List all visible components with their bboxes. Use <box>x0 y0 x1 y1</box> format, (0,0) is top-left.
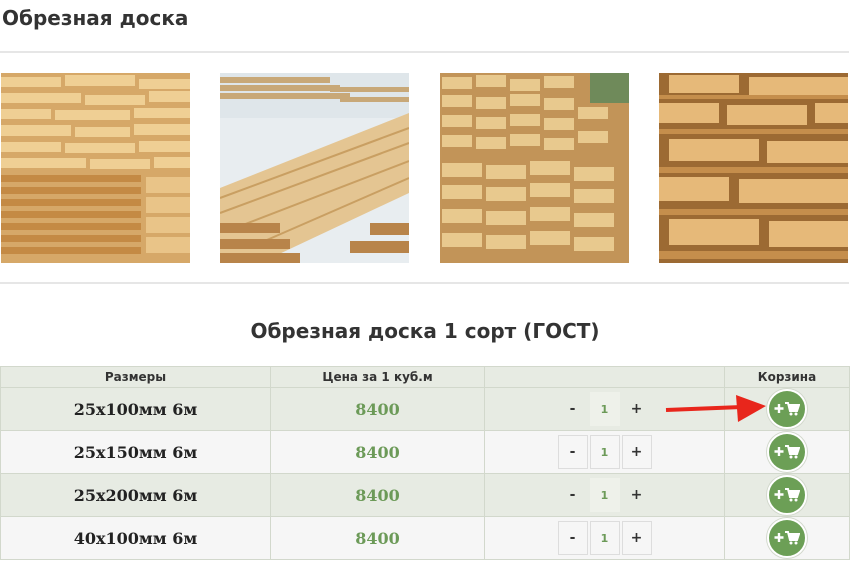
lumber-photo[interactable] <box>1 73 190 263</box>
quantity-field[interactable]: 1 <box>589 435 620 469</box>
add-to-cart-button[interactable] <box>767 389 807 429</box>
decrease-button[interactable]: - <box>557 435 588 469</box>
quantity-field[interactable]: 1 <box>589 521 620 555</box>
product-price: 8400 <box>355 442 400 462</box>
page-title: Обрезная доска <box>2 6 189 30</box>
table-row: 25х200мм 6м 8400 - 1 + <box>0 473 850 517</box>
divider <box>0 282 849 284</box>
section-title: Обрезная доска 1 сорт (ГОСТ) <box>250 319 600 343</box>
add-to-cart-button[interactable] <box>767 475 807 515</box>
quantity-field[interactable]: 1 <box>589 392 620 426</box>
decrease-button[interactable]: - <box>557 392 588 426</box>
increase-button[interactable]: + <box>621 392 652 426</box>
table-header: Размеры Цена за 1 куб.м Корзина <box>0 366 850 388</box>
quantity-field[interactable]: 1 <box>589 478 620 512</box>
product-size: 25х150мм 6м <box>73 442 198 462</box>
product-size: 25х100мм 6м <box>73 399 198 419</box>
divider <box>0 51 849 53</box>
add-to-cart-icon <box>774 445 800 459</box>
product-price: 8400 <box>355 485 400 505</box>
product-size: 40х100мм 6м <box>73 528 198 548</box>
quantity-stepper: - 1 + <box>557 478 652 512</box>
add-to-cart-icon <box>774 402 800 416</box>
increase-button[interactable]: + <box>621 435 652 469</box>
product-size: 25х200мм 6м <box>73 485 198 505</box>
lumber-photo[interactable] <box>440 73 629 263</box>
lumber-photo[interactable] <box>220 73 409 263</box>
column-header-price: Цена за 1 куб.м <box>270 366 485 388</box>
column-header-size: Размеры <box>0 366 271 388</box>
add-to-cart-button[interactable] <box>767 518 807 558</box>
quantity-stepper: - 1 + <box>557 435 652 469</box>
lumber-photo[interactable] <box>659 73 848 263</box>
add-to-cart-icon <box>774 488 800 502</box>
red-arrow <box>665 395 766 422</box>
product-price: 8400 <box>355 399 400 419</box>
increase-button[interactable]: + <box>621 478 652 512</box>
decrease-button[interactable]: - <box>557 478 588 512</box>
quantity-stepper: - 1 + <box>557 521 652 555</box>
product-price: 8400 <box>355 528 400 548</box>
column-header-cart: Корзина <box>724 366 850 388</box>
table-row: 40х100мм 6м 8400 - 1 + <box>0 516 850 560</box>
column-header-quantity <box>484 366 725 388</box>
table-row: 25х150мм 6м 8400 - 1 + <box>0 430 850 474</box>
add-to-cart-icon <box>774 531 800 545</box>
increase-button[interactable]: + <box>621 521 652 555</box>
add-to-cart-button[interactable] <box>767 432 807 472</box>
decrease-button[interactable]: - <box>557 521 588 555</box>
quantity-stepper: - 1 + <box>557 392 652 426</box>
